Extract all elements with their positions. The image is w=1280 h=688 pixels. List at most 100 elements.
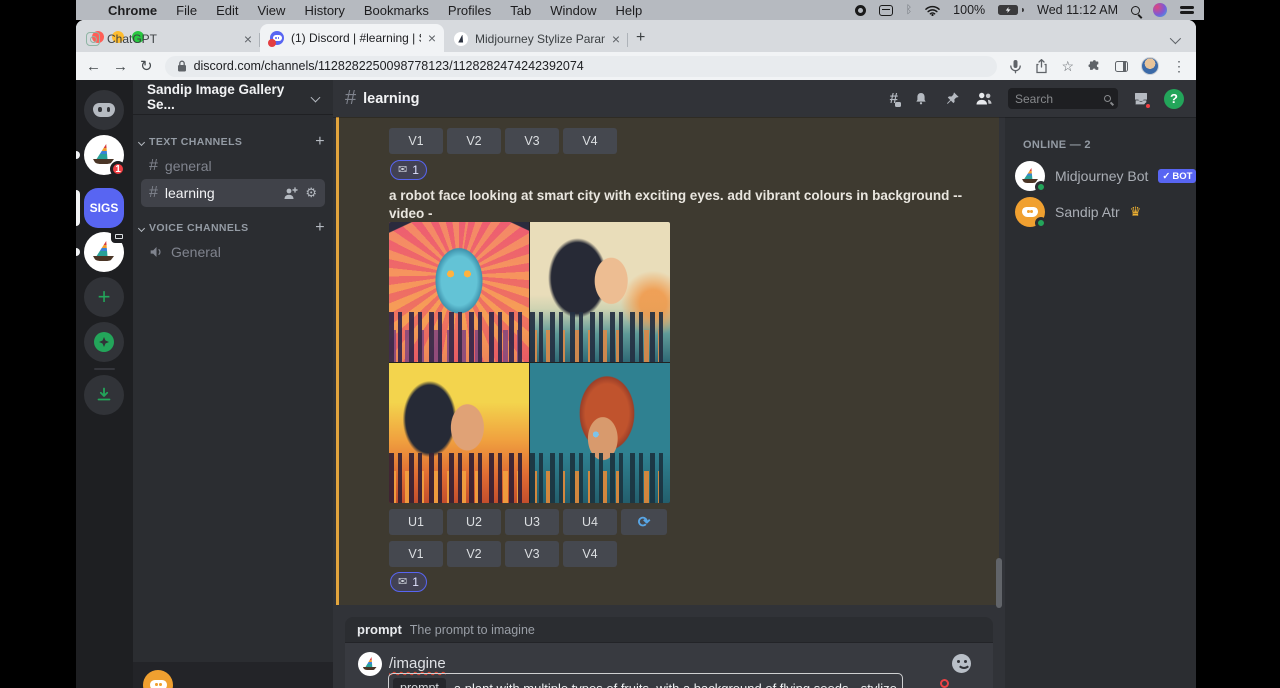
v1-button[interactable]: V1 xyxy=(389,541,443,567)
browser-window: ChatGPT × (1) Discord | #learning | Sand… xyxy=(76,20,1196,688)
prompt-option-field[interactable]: prompt a plant with multiple types of fr… xyxy=(388,673,903,688)
control-center-icon[interactable] xyxy=(1180,6,1194,14)
download-apps-button[interactable] xyxy=(84,375,124,415)
v3-button[interactable]: V3 xyxy=(505,128,559,154)
sidebar-item-learning[interactable]: # learning ⚙ xyxy=(141,179,325,207)
tab-title: ChatGPT xyxy=(107,32,237,46)
member-sandip-atr[interactable]: Sandip Atr ♛ xyxy=(1015,195,1189,229)
generated-image-4[interactable] xyxy=(530,363,670,503)
create-channel-button[interactable]: + xyxy=(315,133,325,151)
tab-search-chevron-icon[interactable] xyxy=(1170,33,1181,44)
u4-button[interactable]: U4 xyxy=(563,509,617,535)
unread-pill xyxy=(76,248,80,256)
menu-file[interactable]: File xyxy=(176,3,197,18)
sidebar-item-voice-general[interactable]: General xyxy=(141,238,325,266)
notifications-bell-icon[interactable] xyxy=(913,91,929,107)
prompt-field-value[interactable]: a plant with multiple types of fruits, w… xyxy=(454,681,898,688)
v1-button[interactable]: V1 xyxy=(389,128,443,154)
explore-servers-button[interactable] xyxy=(84,322,124,362)
add-server-button[interactable]: + xyxy=(84,277,124,317)
create-channel-button[interactable]: + xyxy=(315,219,325,237)
extensions-puzzle-icon[interactable] xyxy=(1087,59,1102,74)
sandip-avatar[interactable] xyxy=(1015,197,1045,227)
search-input[interactable]: Search xyxy=(1008,88,1118,109)
bookmark-star-icon[interactable]: ☆ xyxy=(1061,58,1074,75)
voice-search-icon[interactable] xyxy=(1009,59,1022,74)
spotlight-search-icon[interactable] xyxy=(1131,6,1140,15)
tab-chatgpt[interactable]: ChatGPT × xyxy=(76,26,260,52)
imagine-command-text[interactable]: /imagine xyxy=(389,655,446,672)
gear-icon[interactable]: ⚙ xyxy=(305,185,317,201)
inbox-button[interactable] xyxy=(1133,91,1149,107)
reroll-button[interactable]: ⟳ xyxy=(621,509,667,535)
server-header[interactable]: Sandip Image Gallery Se... xyxy=(133,80,333,114)
category-voice-channels[interactable]: VOICE CHANNELS + xyxy=(139,218,325,238)
sidebar-item-general[interactable]: # general xyxy=(141,152,325,180)
menu-chrome[interactable]: Chrome xyxy=(108,3,157,18)
envelope-reaction[interactable]: ✉ 1 xyxy=(390,572,427,592)
v2-button[interactable]: V2 xyxy=(447,128,501,154)
side-panel-icon[interactable] xyxy=(1115,61,1128,72)
emoji-picker-icon[interactable] xyxy=(952,654,971,673)
back-button[interactable]: ← xyxy=(86,59,101,74)
server-sigs[interactable]: SIGS xyxy=(84,188,124,228)
member-list-icon[interactable] xyxy=(975,91,993,106)
envelope-reaction[interactable]: ✉ 1 xyxy=(390,160,427,180)
address-bar[interactable]: discord.com/channels/1128282250098778123… xyxy=(165,56,998,77)
invite-people-icon[interactable] xyxy=(283,187,298,200)
threads-icon[interactable]: # xyxy=(890,91,898,106)
menu-bar-clock[interactable]: Wed 11:12 AM xyxy=(1037,3,1118,17)
menu-profiles[interactable]: Profiles xyxy=(448,3,491,18)
u2-button[interactable]: U2 xyxy=(447,509,501,535)
browser-profile-avatar[interactable] xyxy=(1141,57,1159,75)
new-tab-button[interactable]: + xyxy=(636,29,645,47)
hash-icon: # xyxy=(149,157,158,175)
discord-home-button[interactable] xyxy=(84,90,124,130)
member-midjourney-bot[interactable]: Midjourney Bot ✓BOT xyxy=(1015,159,1189,193)
menu-edit[interactable]: Edit xyxy=(216,3,238,18)
midjourney-image-grid[interactable] xyxy=(389,222,670,503)
menu-tab[interactable]: Tab xyxy=(510,3,531,18)
siri-icon[interactable] xyxy=(1153,3,1167,17)
help-button[interactable]: ? xyxy=(1164,89,1184,109)
browser-menu-kebab-icon[interactable]: ⋮ xyxy=(1172,58,1186,75)
tab-discord[interactable]: (1) Discord | #learning | Sandi × xyxy=(260,24,444,52)
v3-button[interactable]: V3 xyxy=(505,541,559,567)
close-tab-icon[interactable]: × xyxy=(244,32,252,46)
menu-view[interactable]: View xyxy=(257,3,285,18)
server-sailboat-1[interactable]: 1 xyxy=(84,135,124,175)
u1-button[interactable]: U1 xyxy=(389,509,443,535)
display-icon[interactable] xyxy=(879,5,893,16)
wifi-icon[interactable] xyxy=(925,5,940,16)
pinned-messages-icon[interactable] xyxy=(944,91,960,107)
generated-image-1[interactable] xyxy=(389,222,529,362)
midjourney-bot-avatar[interactable] xyxy=(1015,161,1045,191)
menu-history[interactable]: History xyxy=(304,3,344,18)
menu-bookmarks[interactable]: Bookmarks xyxy=(364,3,429,18)
close-tab-icon[interactable]: × xyxy=(612,32,620,46)
share-icon[interactable] xyxy=(1035,59,1048,74)
screen-record-icon[interactable] xyxy=(855,5,866,16)
close-tab-icon[interactable]: × xyxy=(428,31,436,45)
server-sailboat-2[interactable] xyxy=(84,232,124,272)
message-input[interactable]: /imagine prompt a plant with multiple ty… xyxy=(345,643,993,688)
generated-image-2[interactable] xyxy=(530,222,670,362)
city-skyline xyxy=(530,453,670,503)
category-text-channels[interactable]: TEXT CHANNELS + xyxy=(139,132,325,152)
generated-image-3[interactable] xyxy=(389,363,529,503)
u3-button[interactable]: U3 xyxy=(505,509,559,535)
bluetooth-icon[interactable]: ᛒ xyxy=(906,4,913,16)
screenshare-badge-icon xyxy=(111,229,127,243)
reload-button[interactable]: ↻ xyxy=(140,59,153,74)
menu-help[interactable]: Help xyxy=(616,3,643,18)
slash-command-option-hint[interactable]: prompt The prompt to imagine xyxy=(345,617,993,643)
forward-button[interactable]: → xyxy=(113,59,128,74)
v4-button[interactable]: V4 xyxy=(563,541,617,567)
menu-window[interactable]: Window xyxy=(550,3,596,18)
chat-scrollbar[interactable] xyxy=(996,558,1002,608)
v2-button[interactable]: V2 xyxy=(447,541,501,567)
v4-button[interactable]: V4 xyxy=(563,128,617,154)
tab-midjourney-docs[interactable]: Midjourney Stylize Parameter × xyxy=(444,26,628,52)
user-avatar[interactable] xyxy=(143,670,173,688)
lock-icon[interactable] xyxy=(177,60,187,72)
